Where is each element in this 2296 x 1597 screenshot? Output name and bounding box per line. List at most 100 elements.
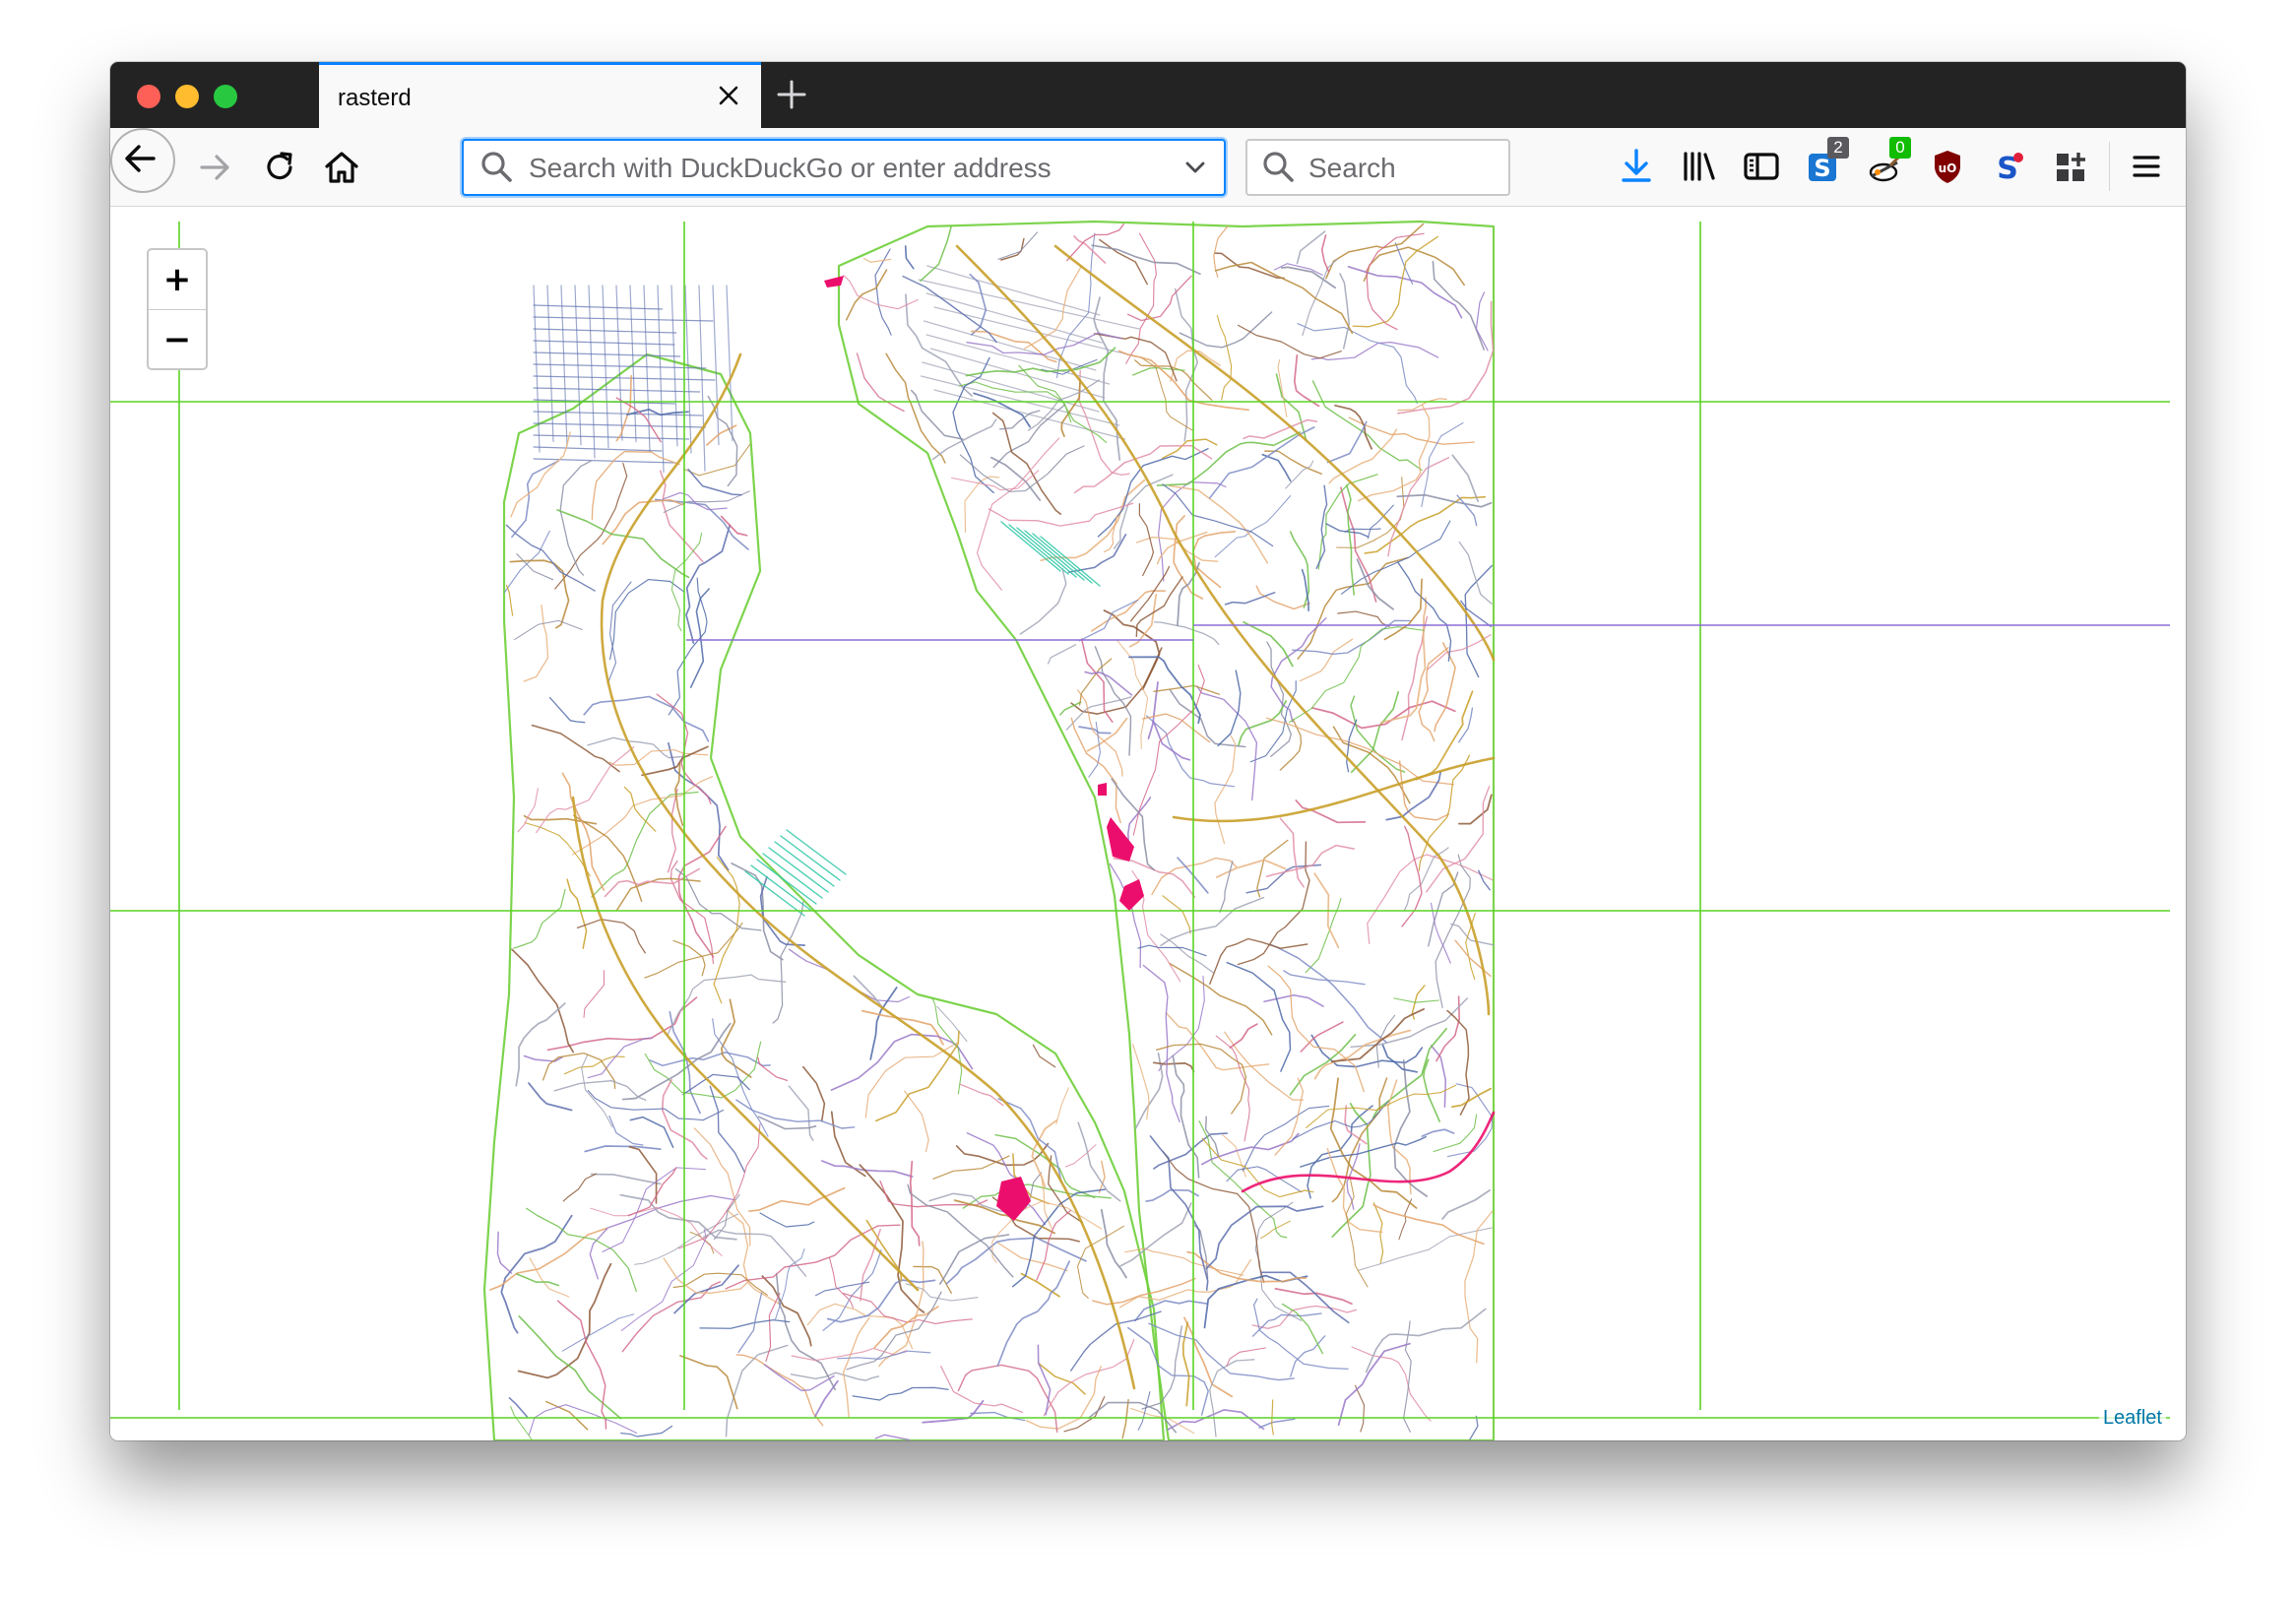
leaflet-attribution-link[interactable]: Leaflet [2098, 1406, 2166, 1431]
map-feature-line [1099, 238, 1148, 286]
close-tab-icon[interactable] [712, 79, 745, 112]
map-feature-line [634, 1213, 739, 1265]
extension-s-icon[interactable]: S [1986, 143, 2033, 190]
map-feature-line [957, 1364, 1058, 1434]
map-feature-line [1418, 647, 1449, 742]
map-feature-line [1156, 1043, 1247, 1115]
map-feature-line [1430, 1045, 1447, 1108]
new-tab-icon[interactable] [772, 75, 811, 114]
map-feature-line [952, 356, 994, 494]
map-feature-line [533, 387, 701, 393]
map-feature-line [1019, 567, 1067, 635]
address-bar[interactable] [462, 139, 1226, 196]
ublock-icon[interactable]: uO [1924, 143, 1971, 190]
map-feature-line [1289, 1033, 1357, 1096]
svg-text:uO: uO [1939, 161, 1957, 175]
tampermonkey-button[interactable]: 0 [1862, 137, 1911, 190]
map-feature-line [1383, 578, 1423, 641]
map-feature-line [1427, 634, 1492, 671]
map-feature-line [1098, 1160, 1106, 1193]
map-feature-line [1365, 1308, 1487, 1373]
map-feature-line [1340, 486, 1377, 603]
map-feature-line [533, 340, 675, 346]
map-feature-line [516, 1273, 560, 1287]
map-feature-line [523, 605, 549, 682]
extensions-grid-icon[interactable] [2048, 143, 2095, 190]
map-feature-line [602, 285, 609, 449]
back-button[interactable] [110, 128, 175, 193]
minimize-window-button[interactable] [175, 85, 199, 108]
map-feature-line [1296, 230, 1326, 265]
map-feature-line [672, 939, 706, 977]
menu-icon[interactable] [2123, 143, 2170, 190]
map-feature-line [533, 375, 716, 381]
map-feature-line [1137, 944, 1207, 957]
map-feature-line [1469, 1415, 1479, 1440]
map-feature-line [496, 1231, 513, 1274]
map-feature-line [1103, 609, 1161, 690]
zoom-out-button[interactable]: − [149, 310, 206, 368]
map-feature-line [587, 736, 690, 759]
map-feature-line [1418, 754, 1471, 871]
map-feature-line [1094, 646, 1132, 756]
map-feature-line [553, 1079, 647, 1101]
map-feature-line [820, 1160, 914, 1178]
map-feature-line [1135, 576, 1183, 638]
close-window-button[interactable] [137, 85, 160, 108]
map-feature-line [1310, 700, 1456, 730]
map-feature-line [583, 695, 710, 742]
map-feature-line [1265, 844, 1356, 878]
map-feature-line [1350, 997, 1469, 1049]
map-container[interactable]: + − Leaflet [110, 207, 2186, 1440]
map-feature-line [713, 857, 740, 1004]
address-input[interactable] [527, 149, 1161, 188]
map-feature-line [1435, 995, 1461, 1062]
map-feature-line [1263, 993, 1324, 1007]
map-feature-line [529, 1257, 570, 1298]
toolbar-separator [2109, 142, 2110, 191]
map-feature-line [1084, 671, 1133, 696]
map-tiles[interactable] [110, 207, 2186, 1440]
stylus-button[interactable]: S 2 [1800, 137, 1849, 190]
library-icon[interactable] [1676, 143, 1723, 190]
map-feature-line [1346, 484, 1355, 596]
sidebar-icon[interactable] [1738, 143, 1785, 190]
map-feature-line [544, 1400, 589, 1431]
home-icon[interactable] [320, 146, 363, 189]
map-feature-line [1337, 610, 1390, 627]
tab-active[interactable]: rasterd [319, 62, 761, 128]
map-feature-line [621, 1281, 722, 1353]
zoom-in-button[interactable]: + [149, 250, 206, 310]
svg-text:S: S [1814, 155, 1830, 182]
dropdown-chevron-icon[interactable] [1180, 153, 1210, 182]
map-feature-line [1216, 314, 1233, 401]
map-feature-line [1214, 735, 1237, 845]
map-feature-line [548, 696, 586, 724]
map-feature-line [1254, 1201, 1303, 1321]
map-feature-line [518, 1315, 622, 1420]
map-feature-line [885, 352, 946, 464]
map-feature-line [685, 524, 732, 644]
map-feature-line [940, 1366, 1024, 1414]
map-feature-line [1267, 965, 1366, 1093]
map-feature-line [932, 1155, 1010, 1180]
map-feature-line [1328, 428, 1398, 484]
map-feature-line [584, 1145, 662, 1153]
map-feature-line [510, 1405, 533, 1440]
map-feature-line [1423, 1058, 1441, 1122]
search-bar[interactable] [1245, 139, 1510, 196]
map-feature-line [1270, 943, 1387, 1044]
search-input[interactable] [1307, 149, 1502, 188]
zoom-window-button[interactable] [214, 85, 237, 108]
map-feature-line [583, 970, 606, 1019]
forward-arrow-icon[interactable] [194, 146, 237, 189]
map-feature-line [1125, 232, 1157, 364]
map-feature-line [790, 1372, 880, 1381]
map-feature-line [1261, 453, 1292, 482]
map-feature-line [802, 1065, 826, 1122]
map-feature-line [1387, 457, 1450, 557]
map-feature-line [533, 304, 664, 310]
download-icon[interactable] [1613, 143, 1660, 190]
reload-icon[interactable] [258, 146, 301, 189]
map-feature-line [1403, 847, 1449, 912]
